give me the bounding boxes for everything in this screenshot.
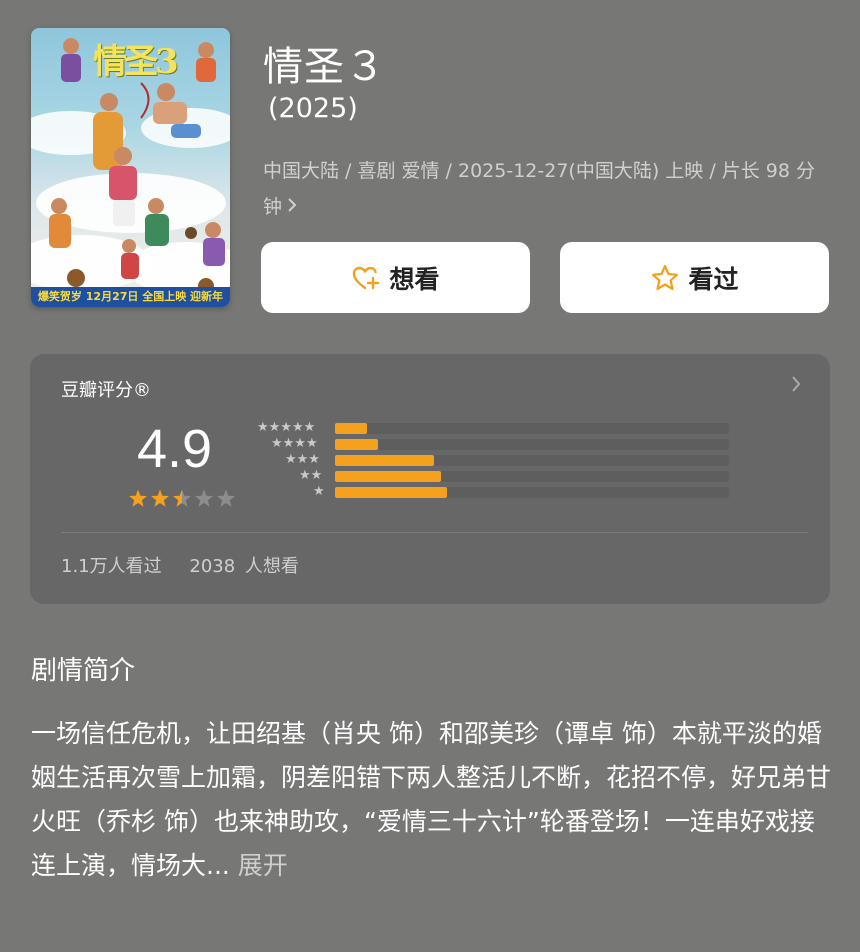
chevron-right-icon <box>790 374 802 399</box>
distribution-track <box>335 439 729 450</box>
divider <box>61 532 808 533</box>
distribution-bar <box>335 471 442 482</box>
chevron-right-icon <box>286 189 298 225</box>
star-icon <box>650 263 680 293</box>
movie-title: 情圣３ <box>263 44 386 90</box>
distribution-bar <box>335 439 379 450</box>
distribution-bar <box>335 455 434 466</box>
want-to-watch-label: 想看 <box>389 264 440 294</box>
rating-stars <box>128 489 236 507</box>
distribution-row: ★★★ <box>255 452 735 468</box>
rating-star <box>194 489 214 507</box>
synopsis-expand-link[interactable]: 展开 <box>238 851 288 880</box>
watched-button[interactable]: 看过 <box>560 242 829 313</box>
distribution-bar <box>335 423 367 434</box>
movie-meta-text: 中国大陆 / 喜剧 爱情 / 2025-12-27(中国大陆) 上映 / 片长 … <box>263 160 816 218</box>
distribution-star-label: ★★★★ <box>271 436 318 451</box>
rating-score: 4.9 <box>137 419 213 479</box>
watched-count: 1.1万人看过 <box>61 556 162 577</box>
distribution-bar <box>335 487 448 498</box>
want-to-watch-button[interactable]: 想看 <box>261 242 530 313</box>
rating-card[interactable]: 豆瓣评分® 4.9 ★★★★★ ★★★★ ★★★ ★★ ★ 1.1万人看过 2038 人… <box>30 354 830 604</box>
rating-star <box>216 489 236 507</box>
synopsis-text: 一场信任危机，让田绍基（肖央 饰）和邵美珍（谭卓 饰）本就平淡的婚姻生活再次雪上… <box>31 719 832 880</box>
watched-label: 看过 <box>688 264 739 294</box>
heart-plus-icon <box>351 263 381 293</box>
wish-count: 2038 人想看 <box>189 556 299 577</box>
rating-star <box>128 489 148 507</box>
distribution-row: ★★ <box>255 468 735 484</box>
movie-year: (2025) <box>268 93 358 124</box>
rating-star <box>150 489 170 507</box>
rating-label: 豆瓣评分® <box>61 380 151 401</box>
distribution-star-label: ★★★★★ <box>257 420 316 435</box>
poster-release-banner: 爆笑贺岁 12月27日 全国上映 迎新年 <box>31 287 230 307</box>
audience-counts: 1.1万人看过 2038 人想看 <box>61 552 299 578</box>
synopsis-title: 剧情简介 <box>31 656 136 686</box>
distribution-track <box>335 471 729 482</box>
movie-meta[interactable]: 中国大陆 / 喜剧 爱情 / 2025-12-27(中国大陆) 上映 / 片长 … <box>263 153 833 225</box>
poster-title: 情圣3 <box>93 42 179 82</box>
distribution-track <box>335 487 729 498</box>
movie-poster[interactable]: 情圣3 爆笑贺岁 12月27日 全国上映 迎新年 <box>31 28 230 307</box>
rating-star <box>172 489 192 507</box>
movie-detail-page: 情圣3 爆笑贺岁 12月27日 全国上映 迎新年 情圣３ (2025) 中国大陆… <box>0 0 860 952</box>
distribution-row: ★★★★★ <box>255 420 735 436</box>
distribution-star-label: ★ <box>313 484 325 499</box>
synopsis-body: 一场信任危机，让田绍基（肖央 饰）和邵美珍（谭卓 饰）本就平淡的婚姻生活再次雪上… <box>31 712 831 888</box>
distribution-track <box>335 455 729 466</box>
distribution-track <box>335 423 729 434</box>
distribution-star-label: ★★ <box>299 468 323 483</box>
rating-distribution: ★★★★★ ★★★★ ★★★ ★★ ★ <box>255 420 735 504</box>
distribution-row: ★★★★ <box>255 436 735 452</box>
distribution-star-label: ★★★ <box>285 452 320 467</box>
distribution-row: ★ <box>255 484 735 500</box>
